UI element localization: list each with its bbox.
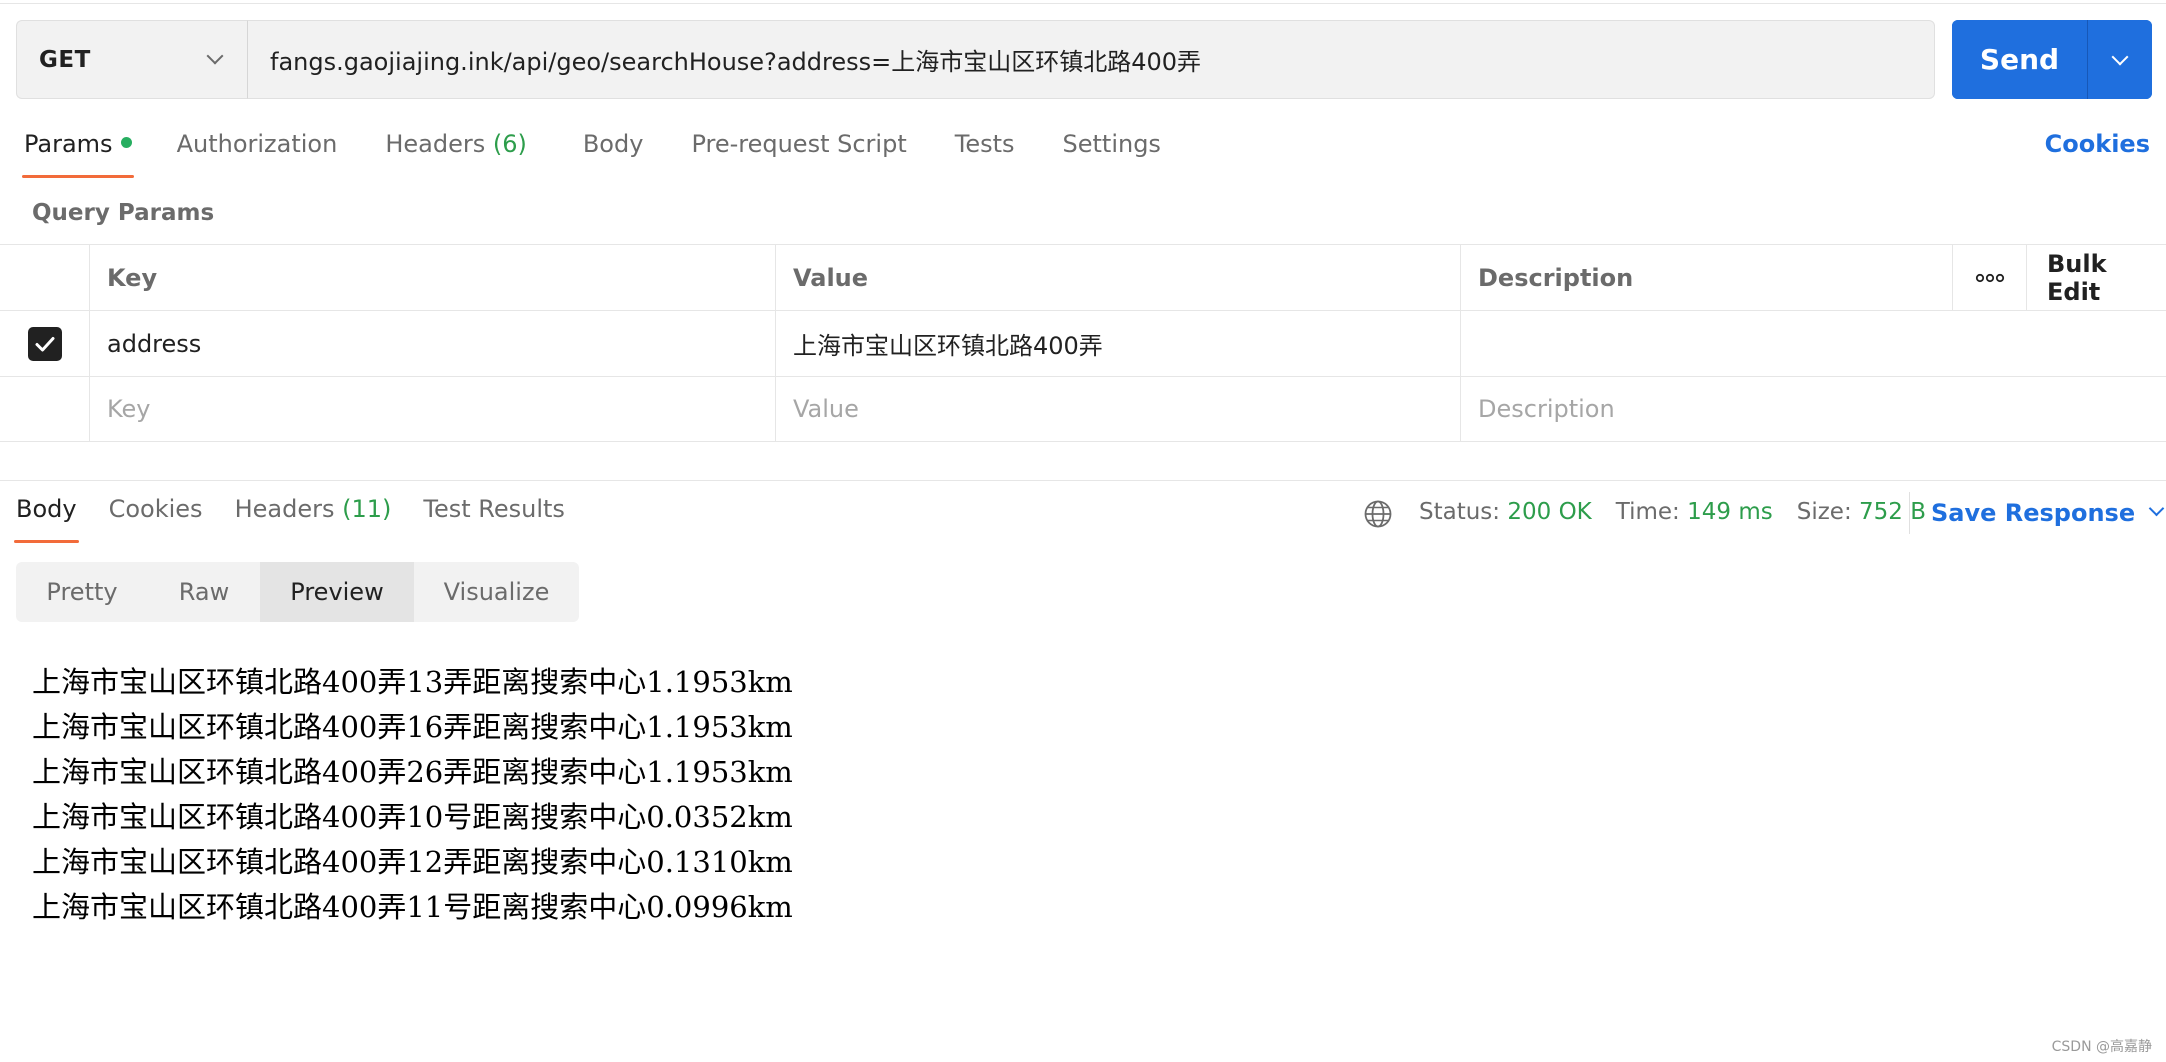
tab-response-body[interactable]: Body: [14, 495, 79, 543]
method-label: GET: [39, 46, 91, 73]
new-value-input[interactable]: Value: [775, 377, 1460, 441]
size-label: Size:: [1796, 499, 1852, 525]
status-separator: [1909, 492, 1910, 534]
query-params-title: Query Params: [32, 200, 215, 226]
status-info[interactable]: Status: 200 OK: [1419, 499, 1592, 525]
list-item: 上海市宝山区环镇北路400弄26弄距离搜索中心1.1953km: [32, 755, 793, 789]
more-options-button[interactable]: [1952, 245, 2026, 310]
send-dropdown-button[interactable]: [2088, 20, 2152, 99]
param-value-cell[interactable]: 上海市宝山区环镇北路400弄: [775, 311, 1460, 376]
view-pretty-button[interactable]: Pretty: [16, 562, 148, 622]
cookies-link[interactable]: Cookies: [2045, 130, 2150, 158]
list-item: 上海市宝山区环镇北路400弄13弄距离搜索中心1.1953km: [32, 665, 793, 699]
tab-headers-label: Headers: [385, 130, 486, 158]
tab-tests[interactable]: Tests: [955, 130, 1015, 158]
globe-icon[interactable]: [1363, 499, 1393, 529]
new-key-input[interactable]: Key: [89, 377, 775, 441]
list-item: 上海市宝山区环镇北路400弄11号距离搜索中心0.0996km: [32, 890, 793, 924]
param-key-cell[interactable]: address: [89, 311, 775, 376]
tab-active-underline: [22, 175, 134, 178]
save-response-button[interactable]: Save Response: [1931, 499, 2165, 527]
view-raw-button[interactable]: Raw: [148, 562, 260, 622]
tab-response-headers[interactable]: Headers (11): [235, 495, 392, 523]
table-row-empty: Key Value Description: [0, 376, 2166, 442]
request-tabs: Params Authorization Headers (6) Body Pr…: [22, 130, 1161, 180]
view-visualize-button[interactable]: Visualize: [414, 562, 579, 622]
send-button[interactable]: Send: [1952, 20, 2087, 99]
size-value: 752 B: [1859, 499, 1927, 525]
status-label: Status:: [1419, 499, 1501, 525]
tab-response-body-label: Body: [16, 495, 77, 523]
tab-settings[interactable]: Settings: [1063, 130, 1161, 158]
view-preview-button[interactable]: Preview: [260, 562, 414, 622]
bulk-edit-button[interactable]: Bulk Edit: [2026, 245, 2166, 310]
response-preview: 上海市宝山区环镇北路400弄13弄距离搜索中心1.1953km 上海市宝山区环镇…: [32, 660, 793, 930]
table-row: address 上海市宝山区环镇北路400弄: [0, 310, 2166, 376]
request-bar: GET fangs.gaojiajing.ink/api/geo/searchH…: [16, 20, 1935, 99]
section-divider: [0, 480, 2166, 481]
row-trailing-cell: [2100, 377, 2166, 441]
params-table: Key Value Description Bulk Edit address …: [0, 244, 2166, 442]
tab-headers-count: (6): [492, 130, 527, 158]
column-header-value: Value: [775, 245, 1460, 310]
status-value: 200 OK: [1507, 499, 1592, 525]
params-header-row: Key Value Description Bulk Edit: [0, 244, 2166, 310]
tab-headers[interactable]: Headers (6): [385, 130, 527, 158]
time-label: Time:: [1615, 499, 1680, 525]
tab-test-results[interactable]: Test Results: [423, 495, 565, 523]
chevron-down-icon: [2148, 500, 2165, 516]
column-header-description: Description: [1460, 245, 1952, 310]
tab-params-label: Params: [24, 130, 113, 158]
top-border: [0, 3, 2166, 4]
row-trailing-cell: [2100, 311, 2166, 376]
column-header-key: Key: [89, 245, 775, 310]
response-tabs: Body Cookies Headers (11) Test Results: [14, 495, 597, 543]
list-item: 上海市宝山区环镇北路400弄16弄距离搜索中心1.1953km: [32, 710, 793, 744]
tab-response-headers-count: (11): [342, 495, 392, 523]
list-item: 上海市宝山区环镇北路400弄12弄距离搜索中心0.1310km: [32, 845, 793, 879]
save-response-label: Save Response: [1931, 499, 2136, 527]
row-check-cell: [0, 311, 89, 376]
tab-prerequest-script[interactable]: Pre-request Script: [691, 130, 906, 158]
row-check-cell: [0, 377, 89, 441]
size-info[interactable]: Size: 752 B: [1797, 499, 1926, 525]
row-enabled-checkbox[interactable]: [27, 326, 62, 361]
url-input[interactable]: fangs.gaojiajing.ink/api/geo/searchHouse…: [248, 20, 1935, 99]
chevron-down-icon: [206, 47, 224, 65]
more-horizontal-icon: [1975, 273, 2004, 282]
tab-authorization[interactable]: Authorization: [177, 130, 338, 158]
tab-body[interactable]: Body: [583, 130, 644, 158]
view-mode-selector: Pretty Raw Preview Visualize: [16, 562, 579, 622]
response-status: Status: 200 OK Time: 149 ms Size: 752 B: [1419, 499, 1950, 525]
tab-response-cookies[interactable]: Cookies: [109, 495, 203, 523]
checkmark-icon: [35, 336, 54, 351]
time-value: 149 ms: [1687, 499, 1773, 525]
tab-active-underline: [14, 540, 79, 543]
header-check-cell: [0, 245, 89, 310]
tab-response-headers-label: Headers: [234, 495, 335, 523]
send-button-group: Send: [1952, 20, 2152, 99]
time-info[interactable]: Time: 149 ms: [1616, 499, 1773, 525]
new-description-input[interactable]: Description: [1460, 377, 2100, 441]
params-active-dot: [120, 136, 132, 148]
watermark: CSDN @高嘉静: [2051, 1039, 2152, 1055]
bulk-edit-label: Bulk Edit: [2047, 249, 2107, 306]
method-select[interactable]: GET: [16, 20, 248, 99]
list-item: 上海市宝山区环镇北路400弄10号距离搜索中心0.0352km: [32, 800, 793, 834]
tab-params[interactable]: Params: [22, 130, 134, 178]
param-description-cell[interactable]: [1460, 311, 2100, 376]
chevron-down-icon: [2111, 48, 2129, 65]
